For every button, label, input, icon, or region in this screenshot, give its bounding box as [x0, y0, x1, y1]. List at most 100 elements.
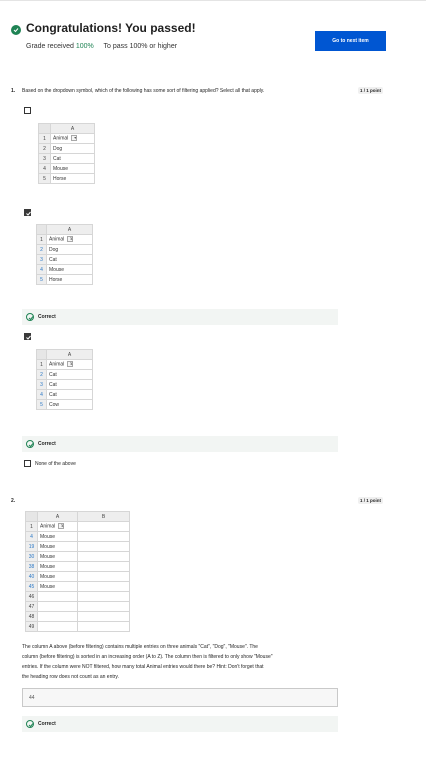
row-number: 30	[25, 551, 38, 562]
question-2-text: The column A above (before filtering) co…	[22, 642, 322, 682]
row-number: 5	[36, 274, 47, 285]
next-item-button[interactable]: Go to next item	[315, 31, 386, 51]
sheet-cell: Animal ▾	[50, 133, 95, 144]
grade-line: Grade received 100% To pass 100% or high…	[26, 43, 177, 50]
feedback-label: Correct	[38, 441, 56, 447]
sheet-corner	[36, 349, 47, 360]
grade-label: Grade received	[26, 43, 74, 50]
row-number: 5	[36, 399, 47, 410]
option-3-checkbox[interactable]	[24, 333, 31, 340]
sheet-cell	[77, 531, 130, 542]
dropdown-arrow-icon: ▾	[71, 135, 78, 142]
column-header-a: A	[37, 511, 78, 522]
sheet-cell	[77, 611, 130, 622]
check-circle-icon	[26, 720, 34, 728]
sheet-cell: Mouse	[37, 561, 78, 572]
row-number: 38	[25, 561, 38, 572]
sheet-cell	[77, 591, 130, 602]
column-header-a: A	[46, 349, 93, 360]
feedback-label: Correct	[38, 721, 56, 727]
sheet-cell	[37, 601, 78, 612]
question-1-number: 1.	[11, 88, 16, 94]
sheet-cell: Cat	[46, 379, 93, 390]
filter-icon: ⊻	[67, 361, 74, 368]
row-number: 19	[25, 541, 38, 552]
sheet-cell: Mouse	[37, 571, 78, 582]
result-header: Congratulations! You passed! Grade recei…	[0, 10, 426, 52]
sheet-cell: Animal ⊻	[37, 521, 78, 532]
sheet-cell	[77, 541, 130, 552]
sheet-cell: Mouse	[37, 551, 78, 562]
sheet-cell	[77, 581, 130, 592]
row-number: 3	[36, 379, 47, 390]
row-number: 4	[36, 264, 47, 275]
option-4-checkbox[interactable]	[24, 460, 31, 467]
sheet-cell	[77, 601, 130, 612]
sheet-cell	[77, 521, 130, 532]
sheet-cell	[77, 621, 130, 632]
row-number: 1	[36, 359, 47, 370]
sheet-cell: Mouse	[46, 264, 93, 275]
column-header-b: B	[77, 511, 130, 522]
sheet-cell: Dog	[46, 244, 93, 255]
question-2-number: 2.	[11, 498, 16, 504]
sheet-cell: Animal ⊻	[46, 359, 93, 370]
sheet-cell: Cat	[50, 153, 95, 164]
question-2-feedback: Correct	[22, 716, 338, 732]
row-number: 1	[25, 521, 38, 532]
sheet-cell: Cat	[46, 389, 93, 400]
checkmark-icon	[26, 211, 31, 216]
sheet-cell: Cow	[46, 399, 93, 410]
question-1-text: Based on the dropdown symbol, which of t…	[22, 88, 265, 94]
filter-icon: ⊻	[67, 236, 74, 243]
sheet-cell: Mouse	[37, 531, 78, 542]
row-number: 1	[38, 133, 51, 144]
pass-title: Congratulations! You passed!	[26, 21, 196, 35]
option-1-checkbox[interactable]	[24, 107, 31, 114]
row-number: 3	[36, 254, 47, 265]
row-number: 4	[38, 163, 51, 174]
sheet-cell	[37, 611, 78, 622]
option-3-feedback: Correct	[22, 436, 338, 452]
option-2-feedback: Correct	[22, 309, 338, 325]
sheet-cell: Dog	[50, 143, 95, 154]
sheet-cell	[77, 571, 130, 582]
option-2-checkbox[interactable]	[24, 209, 31, 216]
check-circle-icon	[11, 25, 21, 35]
check-circle-icon	[26, 313, 34, 321]
row-number: 46	[25, 591, 38, 602]
sheet-corner	[25, 511, 38, 522]
question-2-text-line: column (before filtering) is sorted in a…	[22, 654, 273, 660]
row-number: 49	[25, 621, 38, 632]
option-1-sheet: A 1 Animal ▾ 2 Dog 3 Cat 4 Mouse 5 Horse	[38, 123, 95, 184]
sheet-cell	[37, 621, 78, 632]
question-2-text-line: The column A above (before filtering) co…	[22, 644, 258, 650]
row-number: 4	[25, 531, 38, 542]
row-number: 3	[38, 153, 51, 164]
question-1-points: 1 / 1 point	[358, 87, 384, 94]
row-number: 48	[25, 611, 38, 622]
row-number: 40	[25, 571, 38, 582]
column-header-a: A	[50, 123, 95, 134]
row-number: 5	[38, 173, 51, 184]
row-number: 4	[36, 389, 47, 400]
sheet-cell	[37, 591, 78, 602]
sheet-cell: Mouse	[37, 581, 78, 592]
sheet-cell	[77, 561, 130, 572]
question-2-text-line: the heading row does not count as an ent…	[22, 674, 119, 680]
sheet-cell: Animal ⊻	[46, 234, 93, 245]
filter-icon: ⊻	[58, 523, 65, 530]
sheet-cell: Mouse	[37, 541, 78, 552]
top-divider	[0, 0, 426, 1]
sheet-cell: Horse	[50, 173, 95, 184]
sheet-cell: Mouse	[50, 163, 95, 174]
feedback-label: Correct	[38, 314, 56, 320]
sheet-corner	[38, 123, 51, 134]
option-4-label: None of the above	[35, 461, 76, 467]
answer-input[interactable]	[22, 688, 338, 707]
column-header-a: A	[46, 224, 93, 235]
row-number: 2	[36, 244, 47, 255]
row-number: 45	[25, 581, 38, 592]
row-number: 2	[36, 369, 47, 380]
row-number: 1	[36, 234, 47, 245]
